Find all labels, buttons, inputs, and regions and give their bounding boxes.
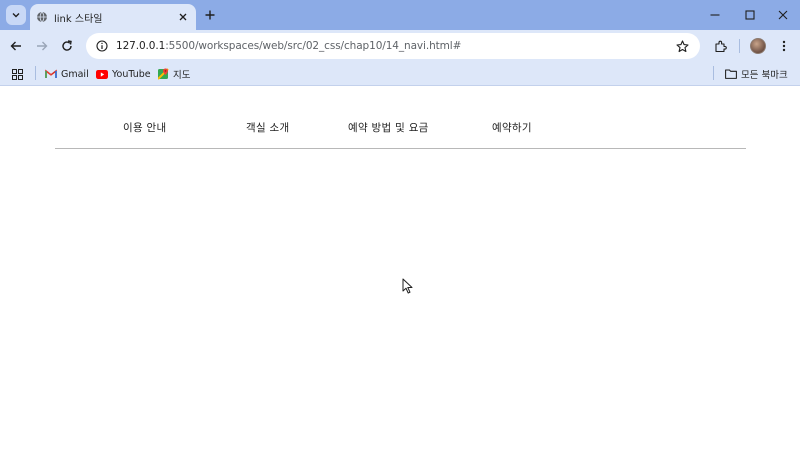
all-bookmarks-label: 모든 북마크 bbox=[741, 70, 788, 81]
bookmarks-separator bbox=[713, 66, 714, 80]
close-icon bbox=[778, 10, 788, 20]
tab-title: link 스타일 bbox=[54, 13, 103, 25]
menu-button[interactable] bbox=[775, 37, 793, 55]
gmail-icon bbox=[45, 68, 57, 80]
site-info-button[interactable] bbox=[94, 38, 110, 54]
apps-grid-icon bbox=[12, 68, 23, 80]
browser-toolbar: 127.0.0.1:5500/workspaces/web/src/02_css… bbox=[0, 30, 800, 62]
arrow-left-icon bbox=[10, 41, 21, 51]
profile-button[interactable] bbox=[749, 37, 767, 55]
more-vertical-icon bbox=[782, 40, 786, 52]
minimize-button[interactable] bbox=[706, 6, 724, 24]
url-path: :5500/workspaces/web/src/02_css/chap10/1… bbox=[165, 40, 462, 52]
new-tab-button[interactable] bbox=[202, 7, 218, 23]
browser-titlebar: link 스타일 bbox=[0, 0, 800, 30]
plus-icon bbox=[205, 10, 215, 20]
minimize-icon bbox=[710, 14, 720, 16]
bookmark-maps[interactable]: 지도 bbox=[157, 66, 190, 82]
avatar bbox=[750, 38, 766, 54]
close-window-button[interactable] bbox=[774, 6, 792, 24]
globe-icon bbox=[36, 11, 48, 23]
url-text: 127.0.0.1:5500/workspaces/web/src/02_css… bbox=[116, 40, 674, 52]
bookmark-star-button[interactable] bbox=[674, 38, 690, 54]
nav-link-room-intro[interactable]: 객실 소개 bbox=[246, 120, 289, 135]
chevron-down-icon bbox=[12, 13, 20, 18]
address-bar[interactable]: 127.0.0.1:5500/workspaces/web/src/02_css… bbox=[86, 33, 700, 59]
bookmark-label: 지도 bbox=[173, 70, 191, 81]
bookmark-youtube[interactable]: YouTube bbox=[96, 66, 151, 82]
youtube-icon bbox=[96, 68, 108, 80]
maximize-button[interactable] bbox=[741, 6, 759, 24]
bookmarks-bar: Gmail YouTube 지도 모든 북마크 bbox=[0, 62, 800, 86]
info-icon bbox=[96, 40, 108, 52]
back-button[interactable] bbox=[7, 37, 25, 55]
url-host: 127.0.0.1 bbox=[116, 40, 166, 52]
site-navigation: 이용 안내 객실 소개 예약 방법 및 요금 예약하기 bbox=[55, 87, 746, 149]
star-icon bbox=[675, 39, 689, 52]
bookmark-label: YouTube bbox=[112, 68, 151, 80]
browser-tab-active[interactable]: link 스타일 bbox=[30, 4, 196, 30]
toolbar-separator bbox=[739, 39, 740, 53]
nav-link-book-now[interactable]: 예약하기 bbox=[492, 120, 532, 135]
bookmarks-separator bbox=[35, 66, 36, 80]
bookmark-gmail[interactable]: Gmail bbox=[45, 66, 89, 82]
page-viewport: 이용 안내 객실 소개 예약 방법 및 요금 예약하기 bbox=[0, 87, 800, 454]
tab-search-button[interactable] bbox=[6, 5, 26, 25]
maximize-icon bbox=[745, 10, 755, 20]
mouse-cursor-icon bbox=[402, 278, 414, 294]
apps-button[interactable] bbox=[12, 66, 23, 82]
reload-button[interactable] bbox=[58, 37, 76, 55]
puzzle-icon bbox=[714, 40, 727, 52]
forward-button[interactable] bbox=[33, 37, 51, 55]
all-bookmarks-button[interactable]: 모든 북마크 bbox=[725, 66, 788, 82]
arrow-right-icon bbox=[37, 41, 48, 51]
close-icon bbox=[179, 13, 187, 21]
reload-icon bbox=[62, 40, 72, 51]
nav-link-reservation-pricing[interactable]: 예약 방법 및 요금 bbox=[348, 120, 429, 135]
folder-icon bbox=[725, 68, 737, 80]
bookmark-label: Gmail bbox=[61, 68, 89, 80]
extensions-button[interactable] bbox=[711, 37, 729, 55]
maps-icon bbox=[157, 68, 169, 80]
nav-link-usage-guide[interactable]: 이용 안내 bbox=[123, 120, 166, 135]
tab-close-button[interactable] bbox=[176, 10, 190, 24]
